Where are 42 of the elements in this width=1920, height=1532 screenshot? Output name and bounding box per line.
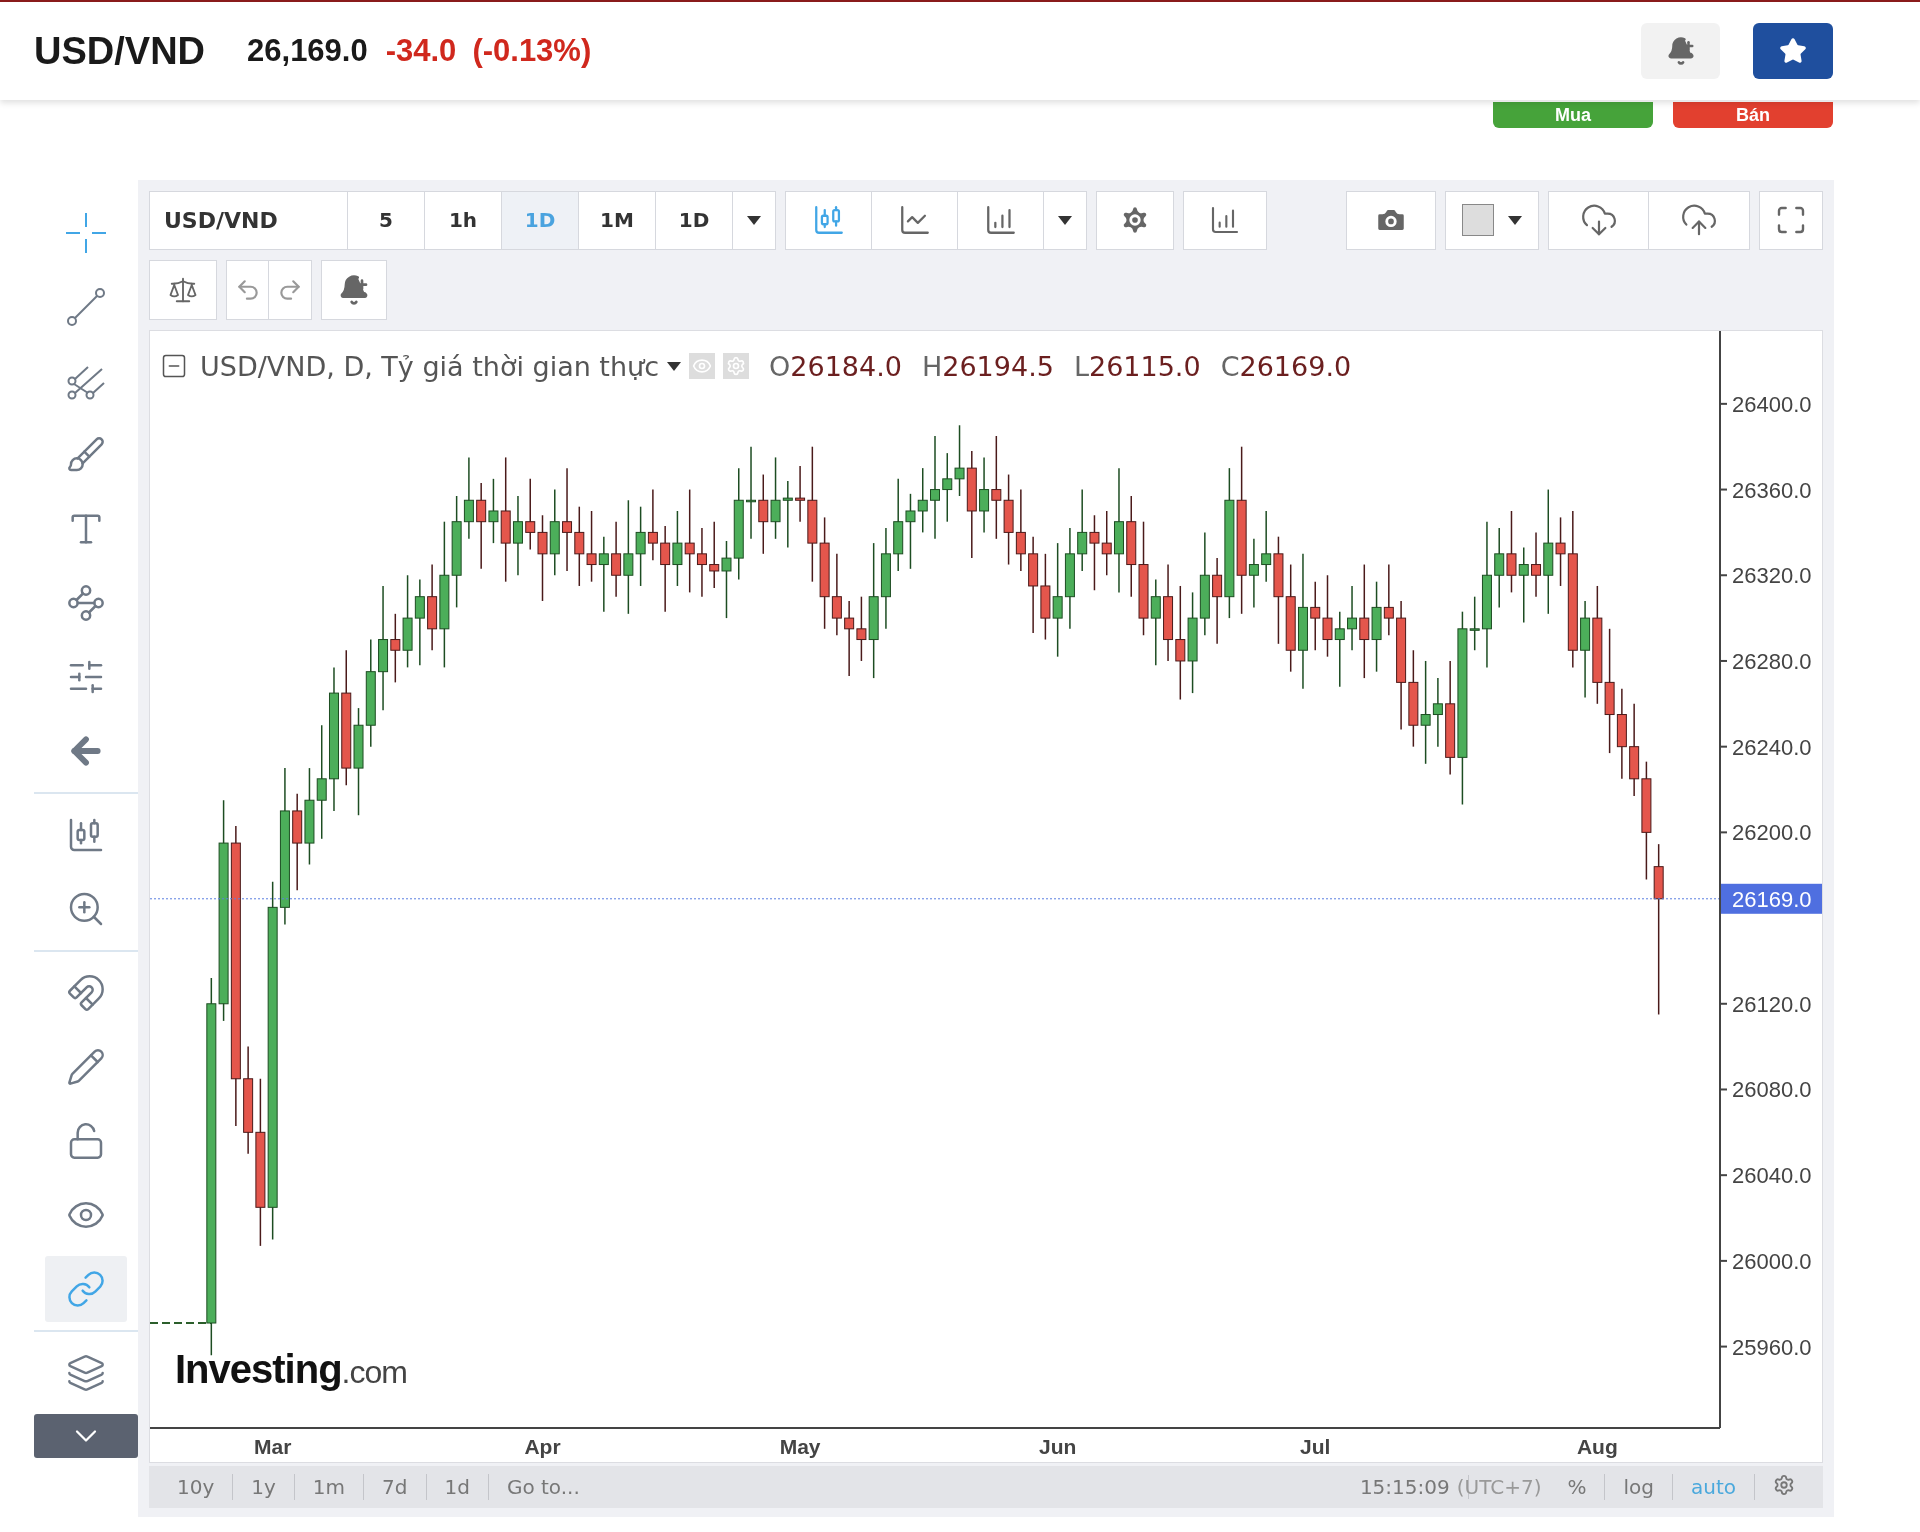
interval-button[interactable]: 1D (502, 192, 579, 249)
price-axis-label: 26240.0 (1732, 734, 1812, 760)
scale-option[interactable]: log (1605, 1474, 1673, 1501)
last-price-tag: 26169.0 (1720, 883, 1822, 914)
buy-button[interactable]: Mua (1493, 102, 1653, 128)
ref-line-label: 26169.0 (1732, 886, 1812, 912)
price-axis-label: 26040.0 (1732, 1163, 1812, 1188)
go-to-button[interactable]: Go to... (488, 1474, 598, 1501)
price-change-percent: (-0.13%) (472, 33, 592, 69)
ohlc-value: O26184.0 (769, 350, 902, 382)
series-title: USD/VND, D, Tỷ giá thời gian thực (200, 350, 660, 382)
brand-logo: Investing.com (175, 1347, 407, 1393)
range-button[interactable]: 1m (294, 1474, 365, 1501)
ohlc-value: C26169.0 (1220, 350, 1352, 382)
scale-option[interactable]: auto (1673, 1474, 1755, 1501)
time-axis-label: Mar (254, 1434, 292, 1458)
price-change: -34.0 (385, 33, 457, 69)
price-axis-label: 26120.0 (1732, 991, 1812, 1017)
range-button[interactable]: 10y (159, 1474, 234, 1501)
timezone: (UTC+7) (1456, 1475, 1542, 1500)
time-axis-label: Jun (1039, 1434, 1077, 1458)
scale-option[interactable]: % (1549, 1474, 1606, 1501)
sell-button[interactable]: Bán (1673, 102, 1833, 128)
price-axis-label: 26400.0 (1732, 391, 1812, 417)
range-button[interactable]: 7d (364, 1474, 427, 1501)
price-axis-label: 26320.0 (1732, 563, 1812, 589)
time-axis-label: Jul (1300, 1434, 1331, 1458)
price-axis-label: 26360.0 (1732, 477, 1812, 503)
price-axis-label: 26000.0 (1732, 1248, 1812, 1274)
time-axis-label: May (779, 1434, 821, 1458)
price-axis-label: 26280.0 (1732, 648, 1812, 674)
range-button[interactable]: 1y (233, 1474, 295, 1501)
symbol-title: USD/VND (34, 29, 206, 73)
time-axis-label: Aug (1576, 1434, 1618, 1458)
ohlc-value: H26194.5 (921, 350, 1054, 382)
range-button[interactable]: 1d (426, 1474, 489, 1501)
last-price: 26,169.0 (247, 33, 368, 69)
ohlc-value: L26115.0 (1073, 350, 1201, 382)
price-axis-label: 26080.0 (1732, 1077, 1812, 1103)
time-axis-label: Apr (524, 1434, 561, 1458)
price-axis-label: 25960.0 (1732, 1334, 1812, 1360)
price-axis-label: 26200.0 (1732, 820, 1812, 846)
